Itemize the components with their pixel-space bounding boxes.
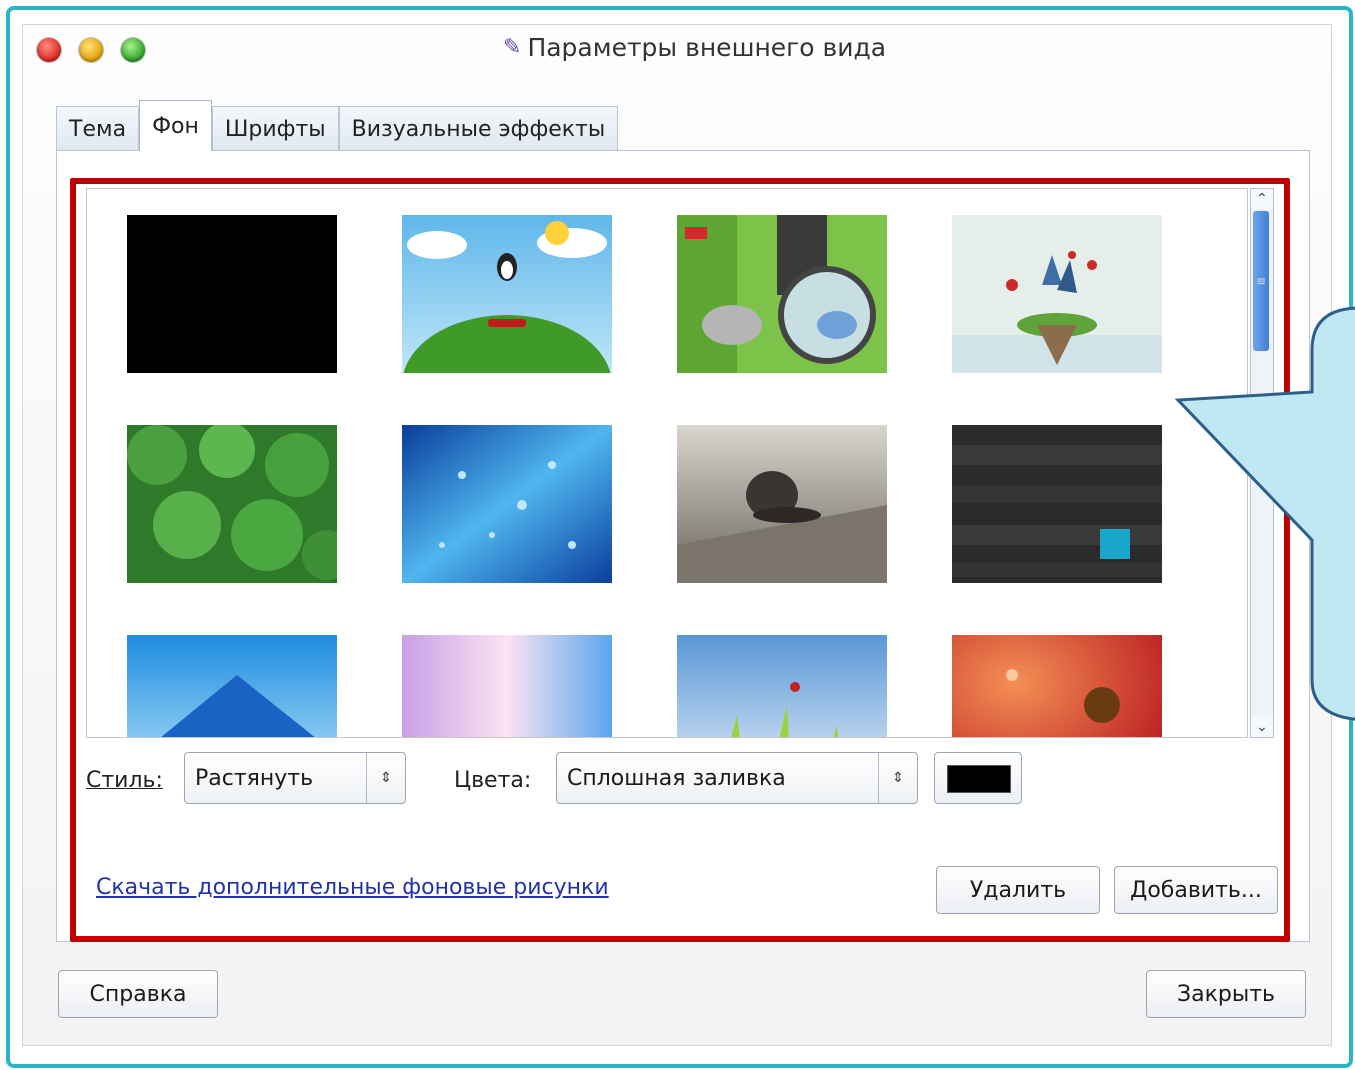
highlight-frame [70,178,1290,942]
close-window-button[interactable] [37,38,61,62]
tab-theme[interactable]: Тема [56,106,140,151]
title-bar: ✎ Параметры внешнего вида [23,25,1331,85]
maximize-window-button[interactable] [121,38,145,62]
minimize-window-button[interactable] [79,38,103,62]
tab-visual-effects[interactable]: Визуальные эффекты [338,106,619,151]
tab-background[interactable]: Фон [139,100,212,151]
window-title-text: Параметры внешнего вида [527,33,887,62]
window-title: ✎ Параметры внешнего вида [503,33,886,62]
tab-bar: Тема Фон Шрифты Визуальные эффекты [56,100,619,151]
close-button[interactable]: Закрыть [1146,970,1306,1018]
help-button[interactable]: Справка [58,970,218,1018]
paint-brush-icon: ✎ [503,35,522,60]
tab-fonts[interactable]: Шрифты [211,106,339,151]
